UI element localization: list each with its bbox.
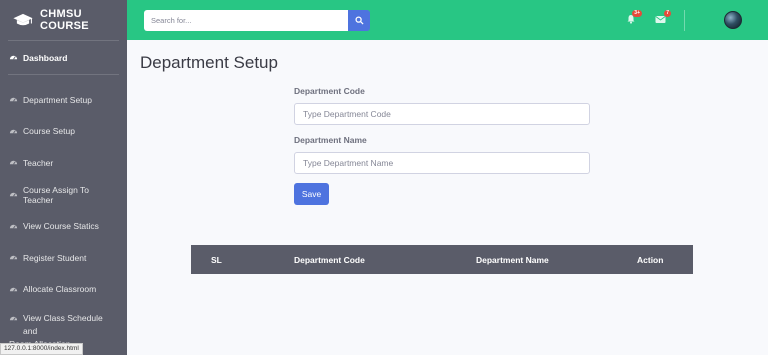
brand[interactable]: CHMSU COURSE xyxy=(0,0,127,40)
gauge-icon xyxy=(9,314,18,323)
department-name-label: Department Name xyxy=(294,135,367,145)
department-name-group: Department Name xyxy=(294,135,590,174)
graduation-cap-icon xyxy=(12,13,34,27)
sidebar-item-label: Register Student xyxy=(23,252,87,263)
avatar[interactable] xyxy=(724,11,742,29)
column-sl: SL xyxy=(211,255,222,265)
gauge-icon xyxy=(9,253,18,262)
department-name-input[interactable] xyxy=(294,152,590,174)
table-header: SL Department Code Department Name Actio… xyxy=(191,245,693,274)
brand-name: CHMSU COURSE xyxy=(40,8,89,32)
gauge-icon xyxy=(9,127,18,136)
sidebar-item-allocate-classroom[interactable]: Allocate Classroom xyxy=(0,274,127,306)
department-form: Department Code Department Name Save xyxy=(294,86,590,205)
column-department-name: Department Name xyxy=(476,255,549,265)
alerts-button[interactable]: 3+ xyxy=(625,10,642,26)
page-title: Department Setup xyxy=(140,53,278,72)
sidebar-item-department-setup[interactable]: Department Setup xyxy=(0,84,127,116)
sidebar-item-label: Course Assign To Teacher xyxy=(23,184,89,205)
search-group xyxy=(144,10,370,31)
sidebar-item-class-schedule[interactable]: View Class Schedule and Room Allocation xyxy=(0,305,127,349)
messages-badge: 7 xyxy=(664,10,671,17)
sidebar-divider xyxy=(8,74,119,75)
topbar: 3+ 7 xyxy=(127,0,768,40)
sidebar-item-label: View Course Statics xyxy=(23,221,99,232)
gauge-icon xyxy=(9,158,18,167)
sidebar-item-teacher[interactable]: Teacher xyxy=(0,147,127,179)
topbar-divider xyxy=(684,10,685,31)
search-button[interactable] xyxy=(348,10,370,31)
gauge-icon xyxy=(9,95,18,104)
alerts-badge: 3+ xyxy=(632,10,642,17)
status-url: 127.0.0.1:8000/index.html xyxy=(0,343,83,355)
department-code-input[interactable] xyxy=(294,103,590,125)
gauge-icon xyxy=(9,285,18,294)
gauge-icon xyxy=(9,190,18,199)
sidebar: CHMSU COURSE Dashboard Department Setup … xyxy=(0,0,127,355)
sidebar-item-label: Dashboard xyxy=(23,52,68,63)
sidebar-item-label: Teacher xyxy=(23,157,54,168)
sidebar-item-label: Course Setup xyxy=(23,126,75,137)
column-action: Action xyxy=(637,255,664,265)
department-code-label: Department Code xyxy=(294,86,365,96)
sidebar-item-dashboard[interactable]: Dashboard xyxy=(0,41,127,74)
sidebar-item-course-statics[interactable]: View Course Statics xyxy=(0,210,127,242)
messages-button[interactable]: 7 xyxy=(654,10,671,26)
sidebar-item-label-line1: View Class Schedule and xyxy=(23,313,103,337)
sidebar-item-register-student[interactable]: Register Student xyxy=(0,242,127,274)
save-button[interactable]: Save xyxy=(294,183,329,205)
sidebar-item-label: Department Setup xyxy=(23,94,92,105)
search-input[interactable] xyxy=(144,10,348,31)
department-code-group: Department Code xyxy=(294,86,590,125)
sidebar-item-course-assign[interactable]: Course Assign To Teacher xyxy=(0,179,127,211)
search-icon xyxy=(354,12,364,30)
sidebar-item-course-setup[interactable]: Course Setup xyxy=(0,116,127,148)
gauge-icon xyxy=(9,53,18,62)
column-department-code: Department Code xyxy=(294,255,365,265)
sidebar-item-label: Allocate Classroom xyxy=(23,284,97,295)
gauge-icon xyxy=(9,222,18,231)
